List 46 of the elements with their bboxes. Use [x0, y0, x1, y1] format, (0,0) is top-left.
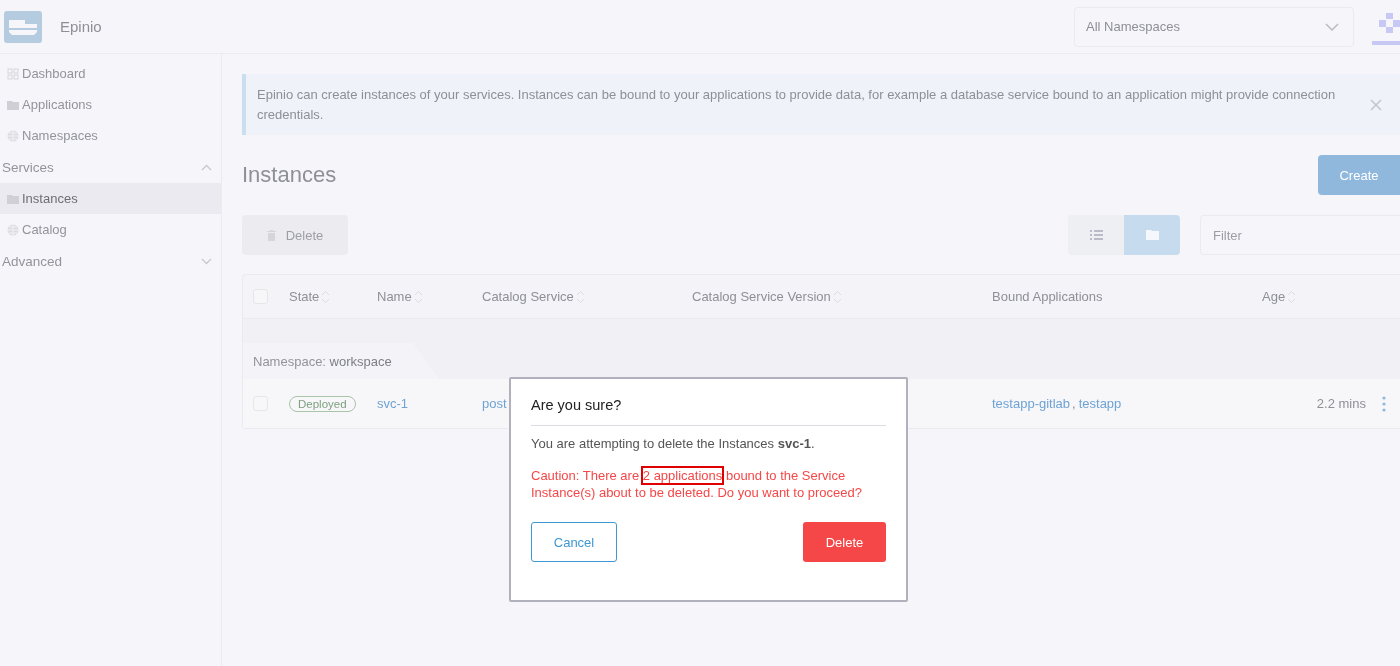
- banner-text: Epinio can create instances of your services. Instances can be bound to your applications to provide data, for example a database service bound to an application might provide connection credentials.: [257, 86, 1337, 124]
- cancel-button[interactable]: Cancel: [531, 522, 617, 562]
- filter-field[interactable]: Filter: [1200, 215, 1400, 255]
- sidebar-item[interactable]: Catalog: [0, 214, 221, 245]
- chevron-down-icon: [1325, 22, 1339, 31]
- name-link[interactable]: svc-1: [377, 396, 482, 411]
- bound-app-link[interactable]: testapp-gitlab: [992, 396, 1071, 411]
- folder-icon: [1145, 230, 1159, 240]
- globe-icon: [7, 129, 19, 142]
- grid-icon: [7, 67, 19, 80]
- namespace-group-label: Namespace: workspace: [253, 353, 392, 369]
- create-button[interactable]: Create: [1318, 155, 1400, 195]
- column-header[interactable]: Catalog Service: [482, 289, 692, 304]
- sidebar-item[interactable]: Applications: [0, 89, 221, 120]
- caution-text: Caution: There are 2 applications bound to the Service Instance(s) about to be deleted. Do you want to proceed?: [531, 467, 863, 501]
- column-header[interactable]: Name: [377, 289, 482, 304]
- sidebar-item[interactable]: Instances: [0, 183, 221, 214]
- page-title: Instances: [242, 162, 337, 188]
- sidebar-group[interactable]: Advanced: [0, 245, 221, 277]
- view-toggle[interactable]: [1068, 215, 1124, 255]
- view-toggle[interactable]: [1124, 215, 1180, 255]
- column-header[interactable]: State: [289, 289, 377, 304]
- chevron-up-icon: [201, 163, 212, 171]
- dialog-title: Are you sure?: [531, 397, 886, 426]
- close-icon[interactable]: [1370, 99, 1382, 111]
- list-icon: [1089, 230, 1103, 240]
- globe-icon: [7, 223, 19, 236]
- separator: ,: [1072, 396, 1076, 411]
- column-header[interactable]: Age: [1262, 289, 1400, 304]
- sidebar-item[interactable]: Namespaces: [0, 120, 221, 151]
- chevron-down-icon: [201, 257, 212, 265]
- sidebar-group[interactable]: Services: [0, 151, 221, 183]
- age-text: 2.2 mins: [1316, 396, 1366, 411]
- brand-name: Epinio: [60, 18, 102, 35]
- dialog-message: You are attempting to delete the Instances svc-1.: [531, 436, 816, 451]
- sidebar-item[interactable]: Dashboard: [0, 58, 221, 89]
- bound-app-link[interactable]: testapp: [1078, 396, 1122, 411]
- namespace-select[interactable]: All Namespaces: [1074, 6, 1354, 47]
- folder-icon: [7, 99, 19, 110]
- confirm-delete-button[interactable]: Delete: [803, 522, 886, 562]
- column-header: Bound Applications: [992, 289, 1104, 304]
- column-header[interactable]: Catalog Service Version: [692, 289, 992, 304]
- delete-button[interactable]: Delete: [242, 215, 348, 255]
- folder-icon: [7, 193, 19, 204]
- more-icon[interactable]: [1382, 395, 1386, 412]
- logo-icon: [4, 10, 42, 43]
